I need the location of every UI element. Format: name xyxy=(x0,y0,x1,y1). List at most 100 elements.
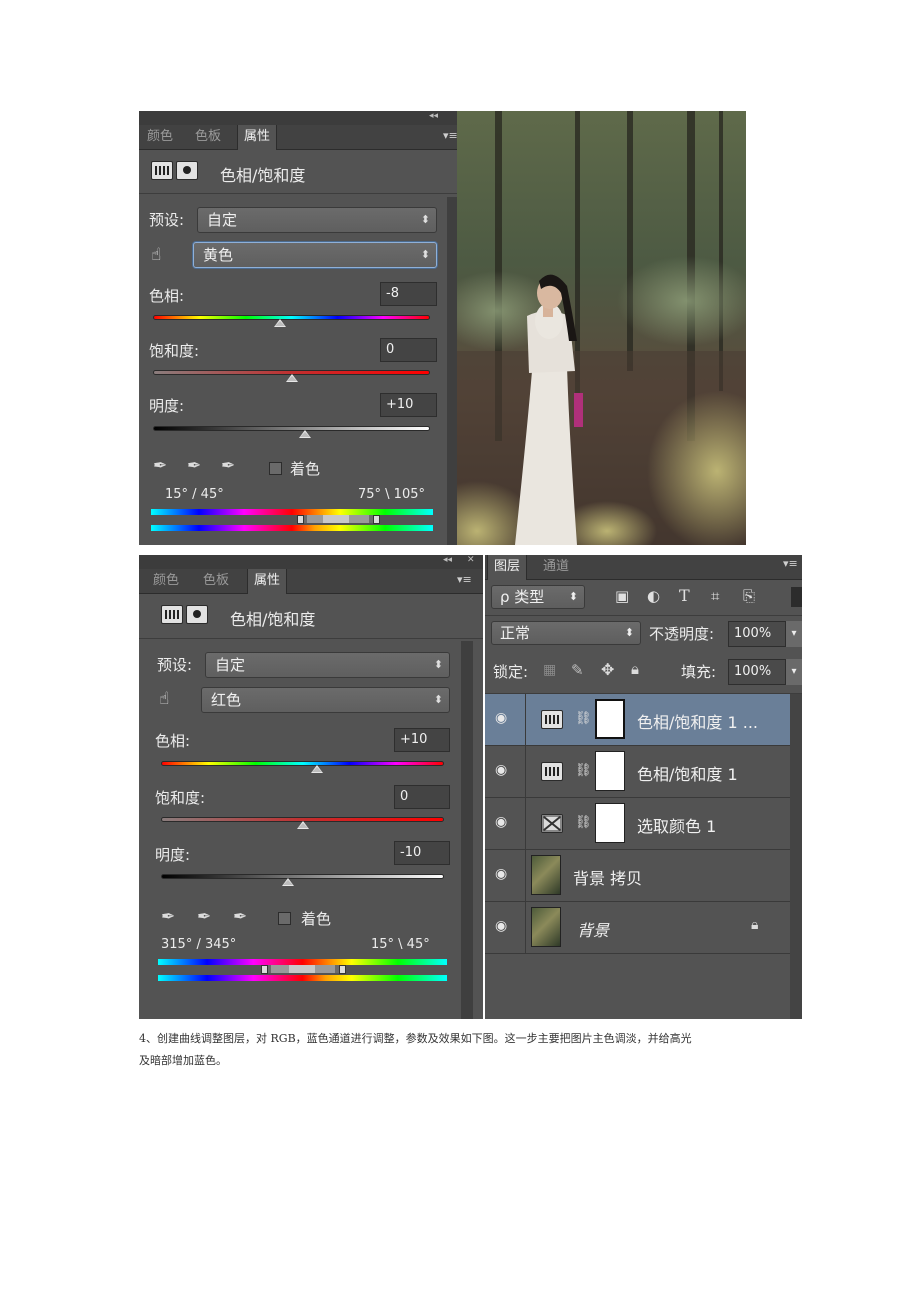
blend-mode-select[interactable]: 正常 ⬍ xyxy=(491,621,641,645)
eye-icon[interactable]: ◉ xyxy=(495,762,507,778)
mask-icon[interactable] xyxy=(186,605,208,624)
layer-mask-thumbnail[interactable] xyxy=(595,803,625,843)
row-separator xyxy=(525,694,526,746)
range-handle-left[interactable] xyxy=(297,515,304,524)
type-filter-icon[interactable]: T xyxy=(679,586,690,605)
saturation-input[interactable]: 0 xyxy=(394,785,450,809)
panel-scrollbar[interactable] xyxy=(461,641,473,1019)
hue-input[interactable]: +10 xyxy=(394,728,450,752)
lightness-slider[interactable] xyxy=(153,426,430,431)
adjustment-icon xyxy=(161,605,183,624)
adjustment-filter-icon[interactable]: ◐ xyxy=(647,587,660,605)
eye-icon[interactable]: ◉ xyxy=(495,866,507,882)
saturation-input[interactable]: 0 xyxy=(380,338,437,362)
range-handle-left[interactable] xyxy=(261,965,268,974)
eye-icon[interactable]: ◉ xyxy=(495,918,507,934)
tab-color[interactable]: 颜色 xyxy=(147,569,185,593)
opacity-input[interactable]: 100% xyxy=(728,621,786,647)
eyedropper-plus-icon[interactable]: ✒ xyxy=(187,456,201,476)
layer-filter-select[interactable]: ρ 类型 ⬍ xyxy=(491,585,585,609)
mask-icon[interactable] xyxy=(176,161,198,180)
tab-properties[interactable]: 属性 xyxy=(237,125,278,150)
eyedropper-icon[interactable]: ✒ xyxy=(161,907,175,927)
lock-position-icon[interactable]: ✥ xyxy=(601,660,614,679)
saturation-label: 饱和度: xyxy=(149,342,200,360)
panel-menu-icon[interactable]: ▾≡ xyxy=(457,573,472,586)
lock-all-icon[interactable]: 🔒︎ xyxy=(631,660,639,678)
collapse-icon[interactable]: ◂◂ xyxy=(443,555,452,565)
lock-transparency-icon[interactable]: ▦ xyxy=(543,662,556,678)
eyedropper-minus-icon[interactable]: ✒ xyxy=(233,907,247,927)
hue-slider[interactable] xyxy=(153,315,430,320)
saturation-slider-thumb[interactable] xyxy=(296,821,309,829)
layer-row[interactable]: ◉ ⛓ 选取颜色 1 xyxy=(485,798,790,850)
lightness-input[interactable]: -10 xyxy=(394,841,450,865)
tab-properties[interactable]: 属性 xyxy=(247,569,288,594)
eyedropper-minus-icon[interactable]: ✒ xyxy=(221,456,235,476)
layer-thumbnail[interactable] xyxy=(531,855,561,895)
row-separator xyxy=(525,798,526,850)
fill-input[interactable]: 100% xyxy=(728,659,786,685)
eye-icon[interactable]: ◉ xyxy=(495,710,507,726)
tab-layers[interactable]: 图层 xyxy=(487,555,528,580)
channel-select[interactable]: 红色 ⬍ xyxy=(201,687,450,713)
range-handle-right[interactable] xyxy=(339,965,346,974)
layer-name[interactable]: 背景 xyxy=(577,917,609,941)
tab-swatches[interactable]: 色板 xyxy=(197,569,235,593)
layer-row[interactable]: ◉ 背景 🔒︎ xyxy=(485,902,790,954)
layer-thumbnail[interactable] xyxy=(531,907,561,947)
preset-select[interactable]: 自定 ⬍ xyxy=(197,207,437,233)
select-arrows-icon: ⬍ xyxy=(420,213,430,226)
fill-dropdown-icon[interactable]: ▾ xyxy=(786,659,802,685)
close-icon[interactable]: ✕ xyxy=(467,555,475,565)
saturation-slider-thumb[interactable] xyxy=(285,374,298,382)
range-handle-right[interactable] xyxy=(373,515,380,524)
layer-name[interactable]: 色相/饱和度 1 xyxy=(637,761,738,785)
link-icon[interactable]: ⛓ xyxy=(575,763,592,778)
hue-input[interactable]: -8 xyxy=(380,282,437,306)
panel-menu-icon[interactable]: ▾≡ xyxy=(783,557,798,570)
range-slider[interactable] xyxy=(299,515,377,523)
link-icon[interactable]: ⛓ xyxy=(575,815,592,830)
range-slider[interactable] xyxy=(263,965,343,973)
preset-select[interactable]: 自定 ⬍ xyxy=(205,652,450,678)
layers-scrollbar[interactable] xyxy=(790,694,802,1019)
smart-object-filter-icon[interactable]: ⎘ xyxy=(743,587,755,605)
filter-toggle[interactable] xyxy=(791,587,802,607)
layer-mask-thumbnail[interactable] xyxy=(595,751,625,791)
layer-name[interactable]: 背景 拷贝 xyxy=(573,865,642,889)
opacity-dropdown-icon[interactable]: ▾ xyxy=(786,621,802,647)
shape-filter-icon[interactable]: ⌗ xyxy=(711,587,719,605)
colorize-checkbox[interactable] xyxy=(278,912,291,925)
panel-top-strip: ◂◂ ✕ xyxy=(139,555,483,569)
tab-channels[interactable]: 通道 xyxy=(537,555,575,579)
colorize-checkbox[interactable] xyxy=(269,462,282,475)
layer-mask-thumbnail[interactable] xyxy=(595,699,625,739)
targeted-adjustment-hand-icon[interactable]: ☝ xyxy=(151,245,161,265)
lock-pixels-icon[interactable]: ✎ xyxy=(571,661,584,679)
tab-swatches[interactable]: 色板 xyxy=(189,125,227,149)
lightness-slider-thumb[interactable] xyxy=(282,878,295,886)
link-icon[interactable]: ⛓ xyxy=(575,711,592,726)
targeted-adjustment-hand-icon[interactable]: ☝ xyxy=(159,689,169,709)
collapse-icon[interactable]: ◂◂ xyxy=(429,111,438,121)
eye-icon[interactable]: ◉ xyxy=(495,814,507,830)
panel-menu-icon[interactable]: ▾≡ xyxy=(443,129,457,142)
eyedropper-icon[interactable]: ✒ xyxy=(153,456,167,476)
hue-slider-thumb[interactable] xyxy=(310,765,323,773)
lightness-input[interactable]: +10 xyxy=(380,393,437,417)
image-filter-icon[interactable]: ▣ xyxy=(615,587,629,605)
layer-row[interactable]: ◉ ⛓ 色相/饱和度 1 ... xyxy=(485,694,790,746)
layer-name[interactable]: 色相/饱和度 1 ... xyxy=(637,709,758,733)
eyedropper-plus-icon[interactable]: ✒ xyxy=(197,907,211,927)
hue-slider-thumb[interactable] xyxy=(274,319,287,327)
layer-row[interactable]: ◉ ⛓ 色相/饱和度 1 xyxy=(485,746,790,798)
panel-scrollbar[interactable] xyxy=(447,197,457,545)
hue-slider[interactable] xyxy=(161,761,444,766)
tab-color[interactable]: 颜色 xyxy=(141,125,179,149)
lightness-slider[interactable] xyxy=(161,874,444,879)
lightness-slider-thumb[interactable] xyxy=(299,430,312,438)
layer-name[interactable]: 选取颜色 1 xyxy=(637,813,716,837)
channel-select[interactable]: 黄色 ⬍ xyxy=(193,242,437,268)
layer-row[interactable]: ◉ 背景 拷贝 xyxy=(485,850,790,902)
